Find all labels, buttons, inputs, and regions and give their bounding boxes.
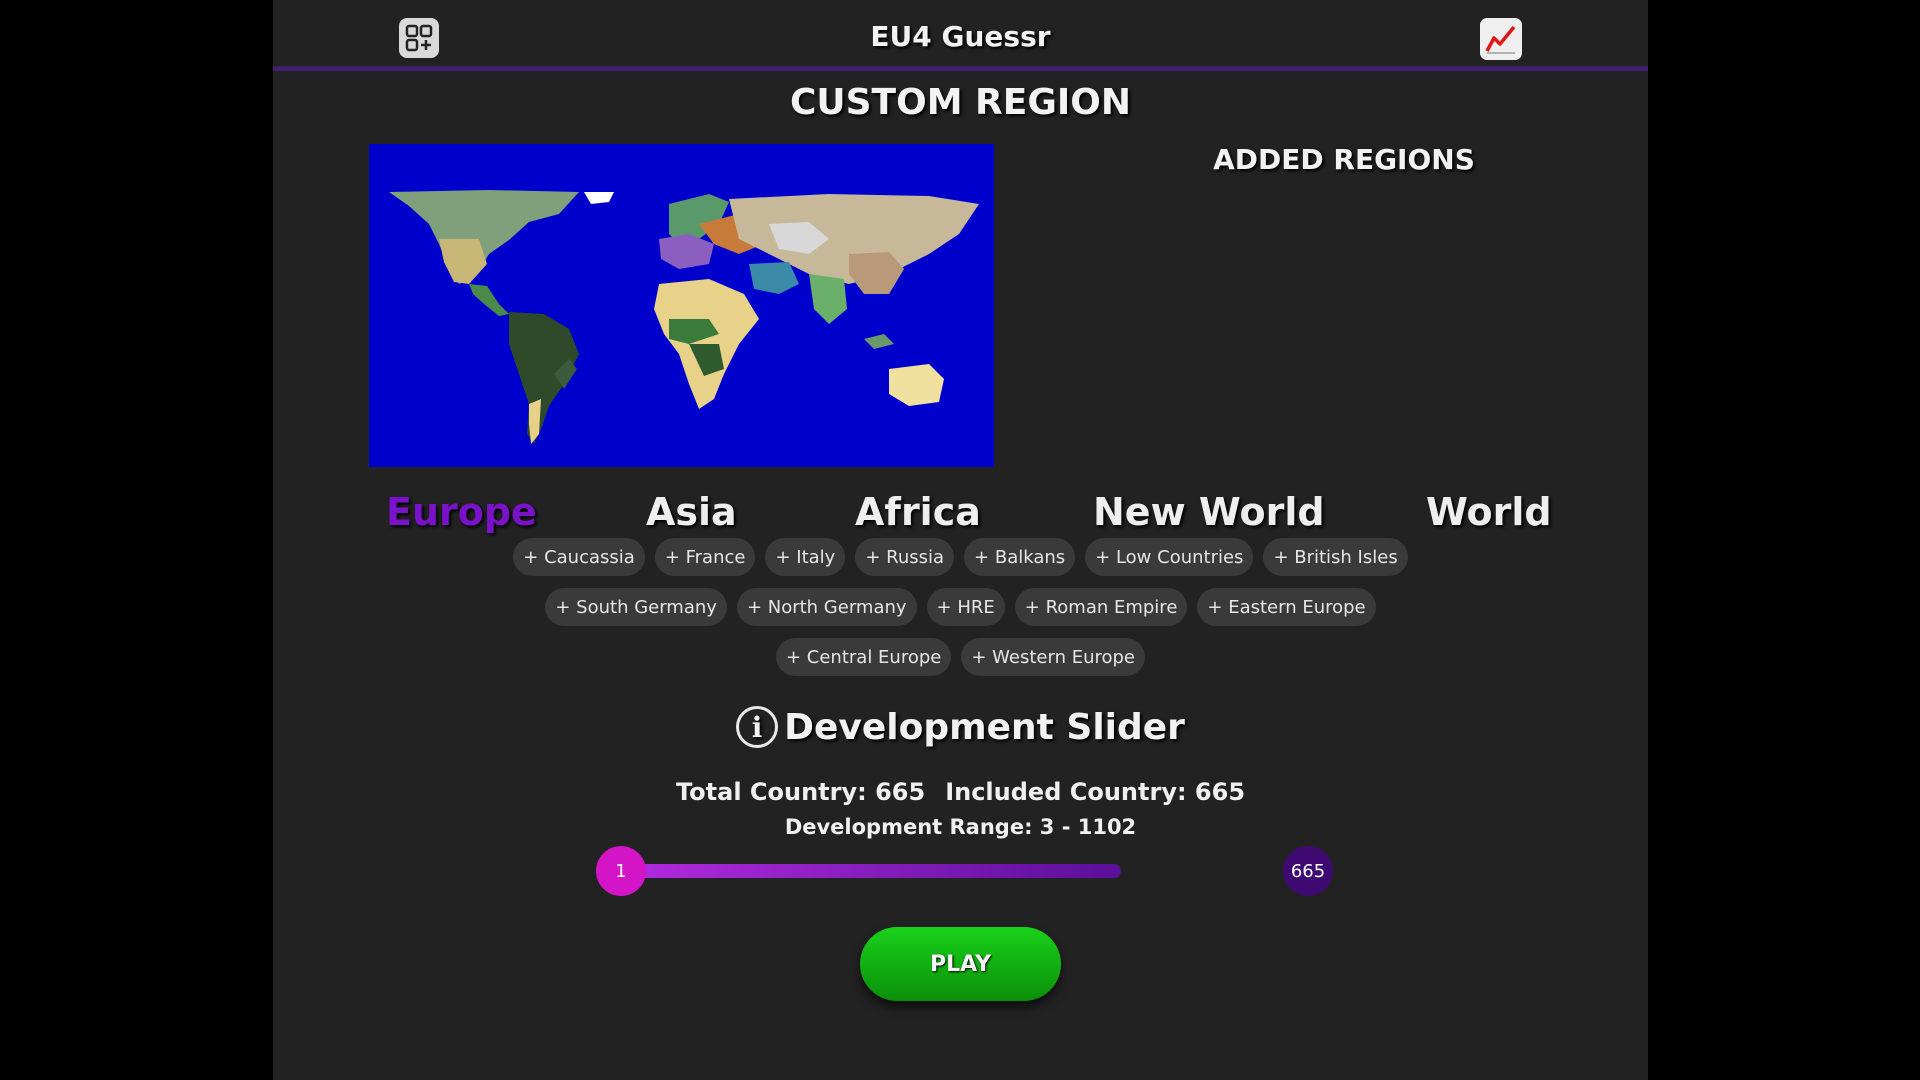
header: EU4 Guessr — [273, 0, 1648, 71]
development-range: Development Range: 3 - 1102 — [784, 815, 1137, 839]
added-regions-title: ADDED REGIONS — [1213, 143, 1475, 176]
region-chip-row: + South Germany + North Germany + HRE + … — [273, 588, 1648, 626]
slider-max-handle[interactable]: 665 — [1283, 846, 1333, 896]
development-slider-heading: i Development Slider — [273, 706, 1648, 748]
region-chip-russia[interactable]: + Russia — [855, 538, 955, 576]
region-chip-caucassia[interactable]: + Caucassia — [513, 538, 645, 576]
page-title: CUSTOM REGION — [789, 82, 1132, 123]
tab-africa[interactable]: Africa — [855, 490, 981, 534]
region-chip-south-germany[interactable]: + South Germany — [545, 588, 727, 626]
development-slider-track[interactable] — [621, 864, 1121, 878]
region-chip-western-europe[interactable]: + Western Europe — [961, 638, 1146, 676]
region-chip-central-europe[interactable]: + Central Europe — [775, 638, 952, 676]
app-title: EU4 Guessr — [870, 20, 1051, 53]
tab-new-world[interactable]: New World — [1093, 490, 1325, 534]
region-chip-low-countries[interactable]: + Low Countries — [1085, 538, 1254, 576]
development-slider-title: Development Slider — [784, 706, 1185, 748]
region-chip-british-isles[interactable]: + British Isles — [1263, 538, 1408, 576]
region-chip-france[interactable]: + France — [654, 538, 756, 576]
play-button[interactable]: PLAY — [860, 927, 1061, 1001]
region-chip-roman-empire[interactable]: + Roman Empire — [1014, 588, 1188, 626]
region-chip-eastern-europe[interactable]: + Eastern Europe — [1197, 588, 1376, 626]
region-chip-row: + Central Europe + Western Europe — [273, 638, 1648, 676]
info-icon[interactable]: i — [736, 706, 779, 748]
region-chip-north-germany[interactable]: + North Germany — [736, 588, 917, 626]
included-country: Included Country: 665 — [945, 778, 1246, 806]
slider-min-handle[interactable]: 1 — [596, 846, 646, 896]
region-chip-hre[interactable]: + HRE — [926, 588, 1005, 626]
region-chip-row: + Caucassia + France + Italy + Russia + … — [273, 538, 1648, 576]
region-chip-balkans[interactable]: + Balkans — [964, 538, 1076, 576]
tab-asia[interactable]: Asia — [646, 490, 737, 534]
region-chip-italy[interactable]: + Italy — [765, 538, 846, 576]
total-country: Total Country: 665 — [675, 778, 926, 806]
app-container: EU4 Guessr CUSTOM REGION ADDED REGIONS E… — [273, 0, 1648, 1080]
stats-chart-icon[interactable] — [1480, 18, 1522, 60]
tab-world[interactable]: World — [1426, 490, 1552, 534]
tab-europe[interactable]: Europe — [386, 490, 537, 534]
world-map[interactable] — [369, 144, 994, 467]
country-stats: Total Country: 665 Included Country: 665 — [273, 778, 1648, 806]
